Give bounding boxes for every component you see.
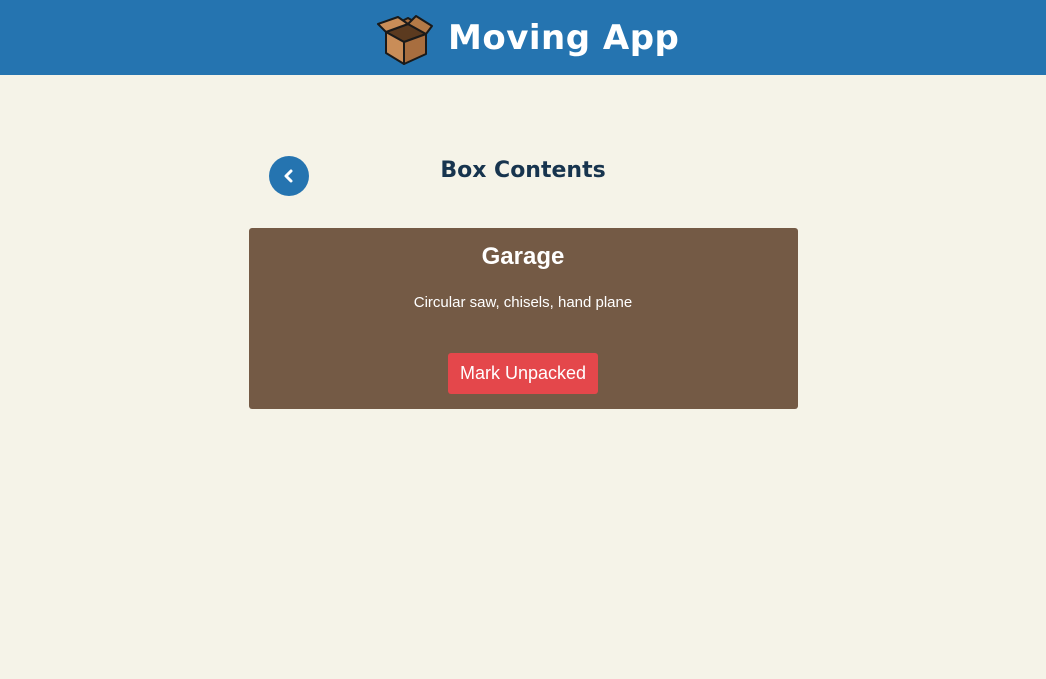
cardboard-box-icon [377, 15, 433, 65]
page-title: Box Contents [440, 158, 606, 183]
app-header: Moving App [0, 0, 1046, 75]
app-title: Moving App [448, 18, 680, 58]
mark-unpacked-button[interactable]: Mark Unpacked [448, 353, 598, 394]
brand[interactable]: Moving App [374, 8, 679, 68]
